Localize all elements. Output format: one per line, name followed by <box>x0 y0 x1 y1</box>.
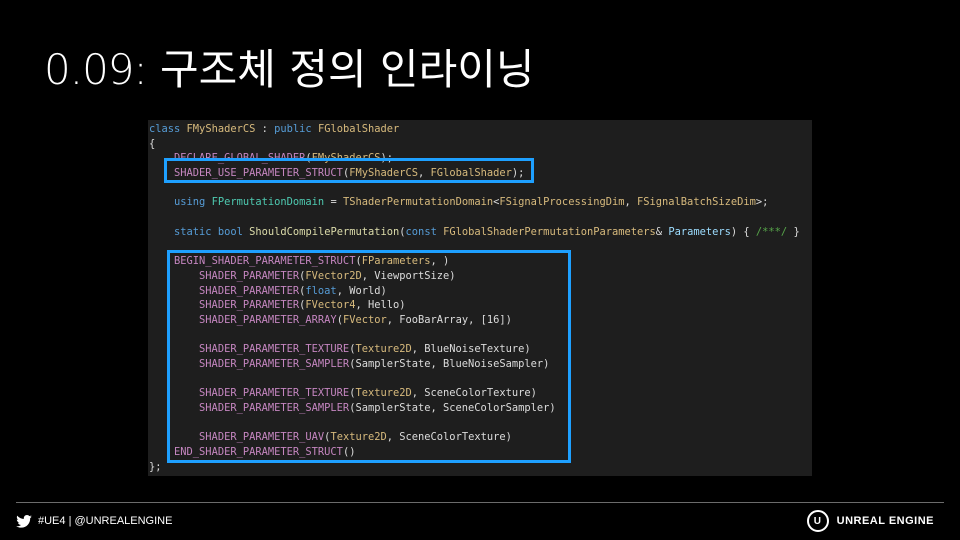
code-line: SHADER_PARAMETER_SAMPLER(SamplerState, B… <box>199 358 550 370</box>
code-line: SHADER_PARAMETER(FVector2D, ViewportSize… <box>199 269 456 282</box>
code-line: class FMyShaderCS : public FGlobalShader <box>149 123 400 135</box>
slide-heading: 구조체 정의 인라이닝 <box>160 45 535 94</box>
code-line: SHADER_PARAMETER(float, World) <box>199 284 387 297</box>
footer-divider <box>16 502 944 503</box>
code-line: DECLARE_GLOBAL_SHADER(FMyShaderCS); <box>174 152 394 165</box>
code-line: SHADER_PARAMETER_TEXTURE(Texture2D, Scen… <box>199 387 537 400</box>
unreal-logo-icon: U <box>806 510 829 532</box>
twitter-bird-icon <box>16 514 32 528</box>
footer-brand: U UNREAL ENGINE <box>806 509 934 533</box>
code-line: SHADER_PARAMETER_ARRAY(FVector, FooBarAr… <box>199 313 512 326</box>
footer-handle: #UE4 | @UNREALENGINE <box>38 515 173 527</box>
code-line: }; <box>149 460 162 473</box>
code-screenshot: class FMyShaderCS : public FGlobalShader… <box>148 120 812 476</box>
brand-name: UNREAL ENGINE <box>836 515 934 527</box>
code-line: SHADER_PARAMETER(FVector4, Hello) <box>199 299 406 312</box>
code-block: class FMyShaderCS : public FGlobalShader… <box>149 122 800 475</box>
code-line: END_SHADER_PARAMETER_STRUCT() <box>174 446 356 459</box>
code-line: static bool ShouldCompilePermutation(con… <box>174 225 800 238</box>
slide-number: 0.09: <box>44 45 148 94</box>
footer-social: #UE4 | @UNREALENGINE <box>16 512 172 530</box>
code-line: using FPermutationDomain = TShaderPermut… <box>174 196 769 209</box>
code-line: SHADER_PARAMETER_SAMPLER(SamplerState, S… <box>199 402 556 415</box>
code-line: SHADER_USE_PARAMETER_STRUCT(FMyShaderCS,… <box>174 167 525 180</box>
code-line: SHADER_PARAMETER_UAV(Texture2D, SceneCol… <box>199 431 512 444</box>
code-line: BEGIN_SHADER_PARAMETER_STRUCT(FParameter… <box>174 255 450 268</box>
slide-title: 0.09: 구조체 정의 인라이닝 <box>44 40 535 100</box>
code-line: SHADER_PARAMETER_TEXTURE(Texture2D, Blue… <box>199 343 531 356</box>
code-line: { <box>149 137 156 150</box>
